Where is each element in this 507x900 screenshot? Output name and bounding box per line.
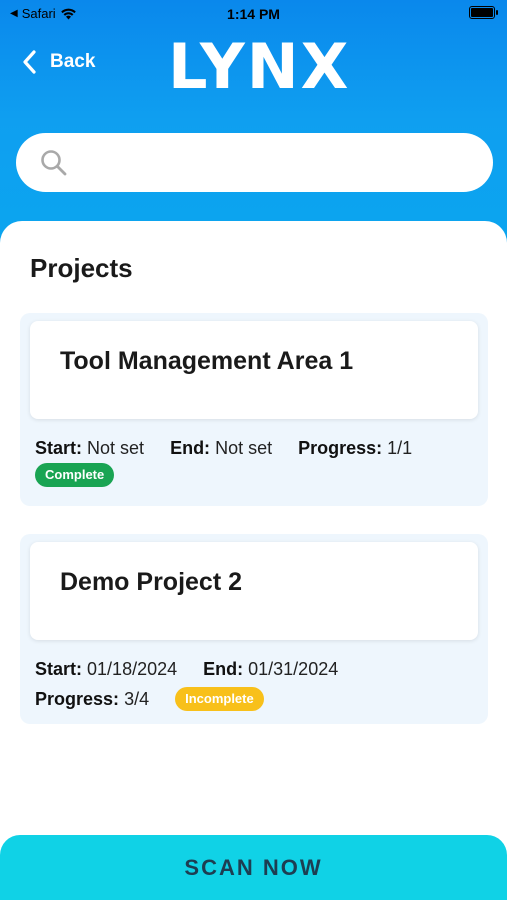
progress-label: Progress: — [298, 438, 383, 458]
scan-now-button[interactable]: SCAN NOW — [0, 835, 507, 900]
end-label: End: — [203, 659, 244, 679]
section-title: Projects — [30, 253, 133, 283]
end-value: Not set — [215, 438, 273, 458]
battery-icon — [469, 6, 498, 19]
search-icon — [41, 149, 67, 175]
back-button[interactable]: Back — [22, 50, 95, 74]
status-time: 1:14 PM — [227, 6, 280, 22]
back-label: Back — [50, 51, 96, 72]
project-card[interactable]: Demo Project 2 Start: 01/18/2024 End: 01… — [20, 534, 488, 724]
start-label: Start: — [35, 659, 83, 679]
project-title-box[interactable]: Tool Management Area 1 — [30, 321, 478, 419]
status-bar: ◀ Safari 1:14 PM — [0, 0, 507, 28]
projects-panel: Projects Tool Management Area 1 Start: N… — [0, 221, 507, 900]
project-meta: Start: Not set End: Not set Progress: 1/… — [30, 433, 478, 487]
project-meta-row: Start: 01/18/2024 End: 01/31/2024 — [35, 654, 478, 684]
project-meta: Start: 01/18/2024 End: 01/31/2024 Progre… — [30, 654, 478, 714]
chevron-left-icon — [23, 50, 36, 74]
project-title: Demo Project 2 — [60, 568, 243, 596]
start-value: Not set — [87, 438, 145, 458]
end-value: 01/31/2024 — [248, 659, 339, 679]
progress-label: Progress: — [35, 689, 120, 709]
project-progress-row: Progress: 3/4 Incomplete — [35, 684, 478, 714]
search-bar[interactable] — [16, 133, 493, 192]
app-screen: ◀ Safari 1:14 PM Back LYNX Projects Tool… — [0, 0, 507, 900]
start-value: 01/18/2024 — [87, 659, 178, 679]
project-title: Tool Management Area 1 — [60, 347, 354, 375]
start-label: Start: — [35, 438, 83, 458]
progress-value: 1/1 — [387, 438, 413, 458]
project-meta-row: Start: Not set End: Not set Progress: 1/… — [35, 433, 478, 463]
project-status-row: Complete — [35, 463, 478, 487]
status-badge: Complete — [35, 463, 115, 487]
project-card[interactable]: Tool Management Area 1 Start: Not set En… — [20, 313, 488, 506]
project-title-box[interactable]: Demo Project 2 — [30, 542, 478, 640]
end-label: End: — [170, 438, 211, 458]
status-badge: Incomplete — [175, 687, 264, 711]
progress-value: 3/4 — [124, 689, 150, 709]
lynx-logo: LYNX — [168, 30, 351, 103]
search-input[interactable] — [80, 142, 493, 183]
